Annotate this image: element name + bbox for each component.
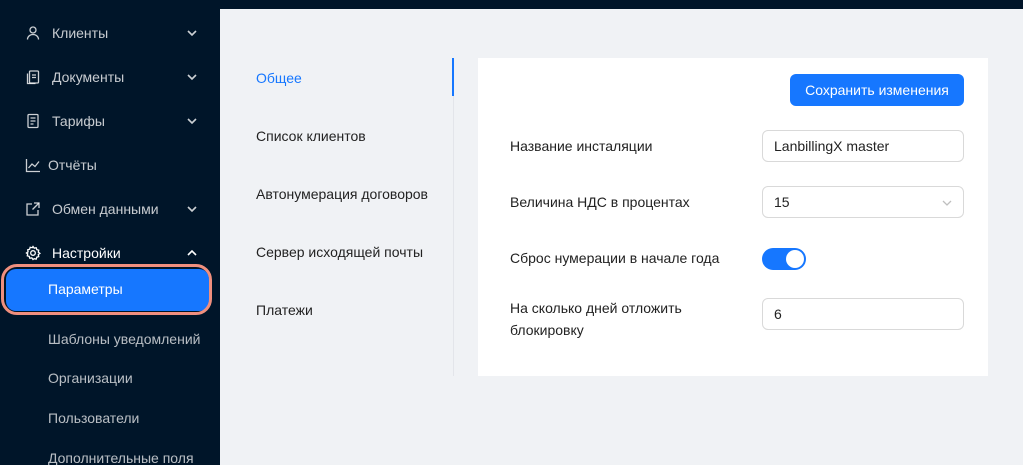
sidebar-item-label: Настройки [52, 245, 121, 261]
sidebar-item-reports[interactable]: Отчёты [0, 145, 220, 185]
sidebar-item-data-exchange[interactable]: Обмен данными [0, 189, 220, 229]
chart-icon [25, 159, 40, 173]
tariffs-icon [27, 113, 39, 129]
sidebar-subitem-users[interactable]: Пользователи [0, 399, 220, 439]
sidebar: Клиенты Документы Тарифы Отчёты Обмен да… [0, 0, 220, 465]
block-delay-label: На сколько дней отложить блокировку [510, 300, 682, 338]
sidebar-subitem-label: Дополнительные поля [48, 450, 194, 465]
sidebar-item-label: Отчёты [48, 157, 97, 173]
sidebar-item-label: Клиенты [52, 25, 109, 41]
tab-active-indicator [452, 58, 454, 96]
chevron-down-icon [187, 206, 197, 213]
tabs-divider [453, 58, 454, 376]
chevron-down-icon [187, 118, 197, 125]
exchange-icon [26, 202, 40, 216]
user-icon [26, 26, 40, 40]
tab-outgoing-mail-server[interactable]: Сервер исходящей почты [256, 244, 423, 260]
sidebar-item-documents[interactable]: Документы [0, 57, 220, 97]
sidebar-item-tariffs[interactable]: Тарифы [0, 101, 220, 141]
sidebar-subitem-additional-fields[interactable]: Дополнительные поля [0, 439, 220, 465]
install-name-input[interactable] [762, 130, 964, 162]
documents-icon [26, 70, 40, 85]
chevron-down-icon [942, 200, 952, 206]
reset-numbering-label: Сброс нумерации в начале года [510, 250, 720, 266]
vat-select-value: 15 [774, 194, 790, 210]
sidebar-subitem-label: Организации [48, 370, 133, 386]
sidebar-item-clients[interactable]: Клиенты [0, 13, 220, 53]
vat-select[interactable]: 15 [762, 186, 964, 218]
toggle-knob [786, 250, 804, 268]
reset-numbering-toggle[interactable] [762, 248, 806, 270]
sidebar-subitem-notification-templates[interactable]: Шаблоны уведомлений [0, 320, 220, 360]
sidebar-subitem-organizations[interactable]: Организации [0, 359, 220, 399]
chevron-up-icon [187, 249, 197, 256]
sidebar-subitem-parameters[interactable]: Параметры [0, 270, 220, 310]
tab-client-list[interactable]: Список клиентов [256, 128, 366, 144]
install-name-label: Название инсталяции [510, 138, 653, 154]
chevron-down-icon [187, 30, 197, 37]
tab-contract-autonumbering[interactable]: Автонумерация договоров [256, 186, 428, 202]
sidebar-item-label: Обмен данными [52, 201, 159, 217]
sidebar-subitem-label: Пользователи [48, 410, 140, 426]
block-delay-input[interactable] [762, 298, 964, 330]
gear-icon [25, 245, 41, 261]
sidebar-item-settings[interactable]: Настройки [0, 233, 220, 273]
sidebar-subitem-label: Шаблоны уведомлений [48, 331, 201, 347]
sidebar-item-label: Документы [52, 69, 125, 85]
tab-general[interactable]: Общее [256, 70, 302, 86]
save-changes-button[interactable]: Сохранить изменения [790, 74, 964, 106]
vat-label: Величина НДС в процентах [510, 194, 690, 210]
sidebar-subitem-label: Параметры [48, 281, 123, 297]
chevron-down-icon [187, 74, 197, 81]
settings-tabs: Общее Список клиентов Автонумерация дого… [220, 58, 455, 376]
tab-payments[interactable]: Платежи [256, 302, 313, 318]
sidebar-item-label: Тарифы [52, 113, 105, 129]
